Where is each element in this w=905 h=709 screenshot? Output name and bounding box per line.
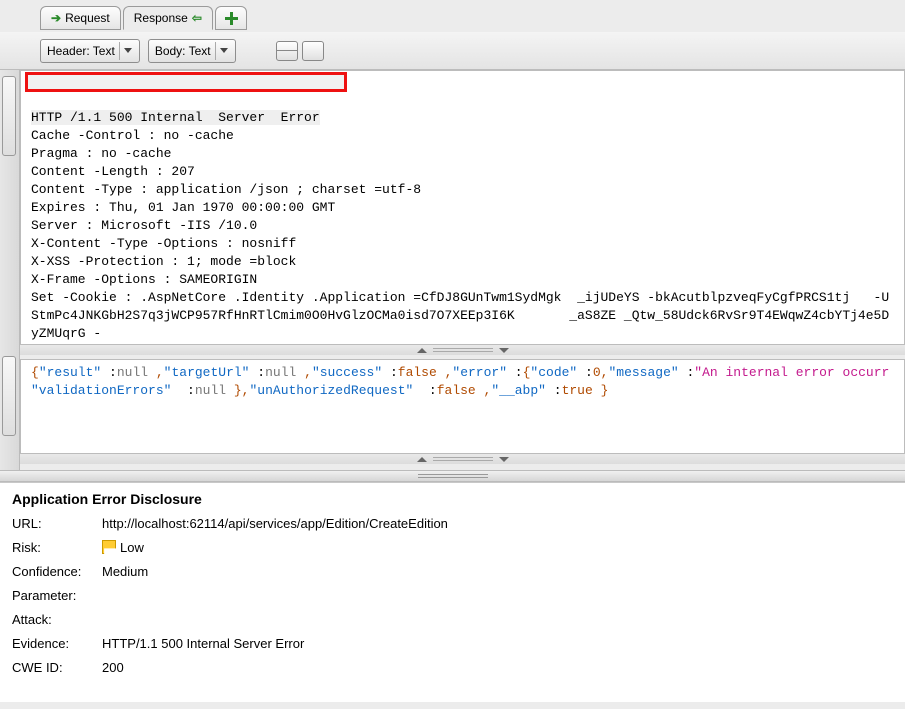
header-line: Expires : Thu, 01 Jan 1970 00:00:00 GMT (31, 200, 335, 215)
flag-icon (102, 540, 116, 554)
tab-response[interactable]: Response ⇦ (123, 6, 213, 30)
header-format-dropdown[interactable]: Header: Text (40, 39, 140, 63)
url-label: URL: (12, 513, 102, 535)
cwe-value: 200 (102, 657, 893, 679)
single-view-button[interactable] (302, 41, 324, 61)
detail-row-confidence: Confidence: Medium (12, 561, 893, 583)
header-line: X-XSS -Protection : 1; mode =block (31, 254, 296, 269)
content-area: HTTP /1.1 500 Internal Server Error Cach… (0, 70, 905, 470)
plus-icon (224, 11, 238, 25)
evidence-value: HTTP/1.1 500 Internal Server Error (102, 633, 893, 655)
grip-icon (418, 474, 488, 478)
alert-title: Application Error Disclosure (12, 491, 893, 507)
detail-row-risk: Risk: Low (12, 537, 893, 559)
header-line: StmPc4JNKGbH2S7q3jWCP957RfHnRTlCmim0O0Hv… (31, 308, 889, 323)
highlight-rectangle (25, 72, 347, 92)
tab-response-label: Response (134, 11, 188, 25)
tab-add[interactable] (215, 6, 247, 30)
arrow-right-icon: ➔ (51, 11, 61, 25)
chevron-down-icon (499, 457, 509, 462)
evidence-label: Evidence: (12, 633, 102, 655)
toolbar: Header: Text Body: Text (0, 32, 905, 70)
header-line: xEKBbWxnKan1YX5O4iUAMqz2Pxg8sOGwXaSAbM96… (31, 344, 874, 345)
chevron-down-icon (215, 42, 233, 60)
detail-row-attack: Attack: (12, 609, 893, 631)
header-line: Server : Microsoft -IIS /10.0 (31, 218, 257, 233)
confidence-value: Medium (102, 561, 893, 583)
cwe-label: CWE ID: (12, 657, 102, 679)
tab-request[interactable]: ➔ Request (40, 6, 121, 30)
grip-icon (433, 348, 493, 352)
body-format-dropdown[interactable]: Body: Text (148, 39, 236, 63)
parameter-label: Parameter: (12, 585, 102, 607)
detail-row-parameter: Parameter: (12, 585, 893, 607)
tab-row: ➔ Request Response ⇦ (0, 0, 905, 32)
attack-label: Attack: (12, 609, 102, 631)
response-panel: ➔ Request Response ⇦ Header: Text Body: … (0, 0, 905, 470)
status-line: HTTP /1.1 500 Internal Server Error (31, 110, 320, 125)
arrow-left-icon: ⇦ (192, 11, 202, 25)
alert-details-panel: Application Error Disclosure URL: http:/… (0, 482, 905, 702)
vertical-tab[interactable] (2, 76, 16, 156)
inner-splitter[interactable] (20, 345, 905, 355)
header-format-label: Header: Text (47, 44, 115, 58)
view-mode-buttons (276, 41, 324, 61)
header-line: Content -Type : application /json ; char… (31, 182, 421, 197)
response-body-text[interactable]: {"result" :null ,"targetUrl" :null ,"suc… (20, 359, 905, 454)
vertical-tab[interactable] (2, 356, 16, 436)
detail-row-cwe: CWE ID: 200 (12, 657, 893, 679)
response-headers-text[interactable]: HTTP /1.1 500 Internal Server Error Cach… (20, 70, 905, 345)
tab-request-label: Request (65, 11, 110, 25)
header-line: Set -Cookie : .AspNetCore .Identity .App… (31, 290, 889, 305)
header-line: Content -Length : 207 (31, 164, 195, 179)
chevron-down-icon (499, 348, 509, 353)
risk-label: Risk: (12, 537, 102, 559)
header-line: yZMUqrG - (31, 326, 101, 341)
header-line: X-Frame -Options : SAMEORIGIN (31, 272, 257, 287)
split-view-button[interactable] (276, 41, 298, 61)
panel-splitter[interactable] (0, 470, 905, 482)
risk-value: Low (102, 537, 893, 559)
chevron-down-icon (119, 42, 137, 60)
header-line: Cache -Control : no -cache (31, 128, 234, 143)
grip-icon (433, 457, 493, 461)
body-format-label: Body: Text (155, 44, 211, 58)
header-line: X-Content -Type -Options : nosniff (31, 236, 296, 251)
chevron-up-icon (417, 457, 427, 462)
detail-row-evidence: Evidence: HTTP/1.1 500 Internal Server E… (12, 633, 893, 655)
detail-row-url: URL: http://localhost:62114/api/services… (12, 513, 893, 535)
header-line: Pragma : no -cache (31, 146, 171, 161)
left-gutter (0, 70, 20, 470)
chevron-up-icon (417, 348, 427, 353)
url-value: http://localhost:62114/api/services/app/… (102, 513, 893, 535)
inner-splitter-bottom[interactable] (20, 454, 905, 464)
confidence-label: Confidence: (12, 561, 102, 583)
